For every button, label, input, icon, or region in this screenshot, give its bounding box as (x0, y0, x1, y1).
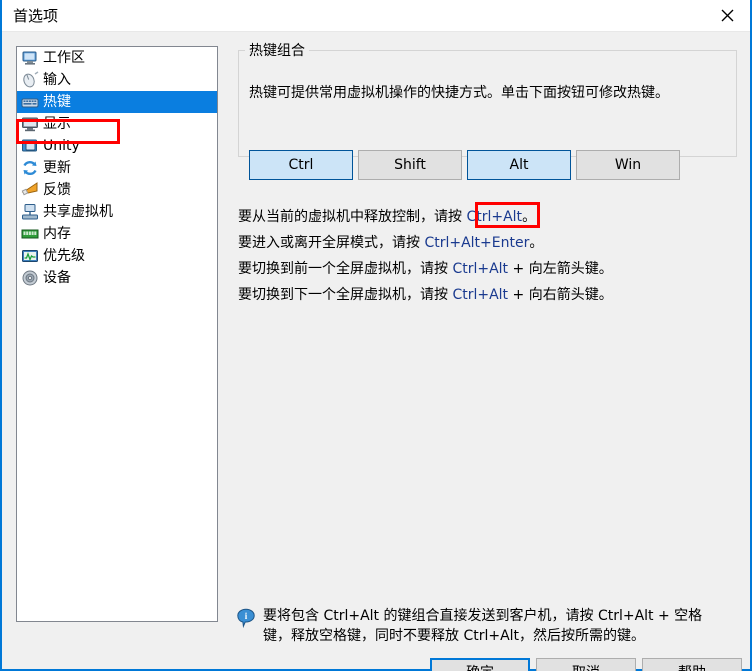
shared-vm-icon (21, 203, 39, 221)
mouse-icon (21, 71, 39, 89)
sidebar-item-feedback[interactable]: 反馈 (17, 179, 217, 201)
sidebar-item-hotkeys[interactable]: 热键 (17, 91, 217, 113)
group-description: 热键可提供常用虚拟机操作的快捷方式。单击下面按钮可修改热键。 (249, 85, 669, 101)
sidebar-item-label: 内存 (43, 226, 71, 242)
cancel-button[interactable]: 取消 (536, 658, 636, 671)
keyboard-icon (21, 93, 39, 111)
dialog-button-row[interactable]: 确定 取消 帮助 (430, 658, 748, 671)
close-icon (721, 9, 734, 22)
line-suffix: + 向左箭头键。 (508, 261, 613, 277)
megaphone-icon (21, 181, 39, 199)
modifier-button-win[interactable]: Win (576, 150, 680, 180)
sidebar-item-label: 输入 (43, 72, 71, 88)
line-prefix: 要从当前的虚拟机中释放控制，请按 (238, 209, 467, 225)
groupbox-title: 热键组合 (245, 43, 309, 59)
line-keys: Ctrl+Alt (452, 287, 509, 303)
close-button[interactable] (704, 0, 750, 31)
line-suffix: 。 (522, 209, 537, 225)
hotkey-description-line: 要进入或离开全屏模式，请按 Ctrl+Alt+Enter。 (238, 230, 738, 256)
settings-category-list[interactable]: 工作区 输入 热键 显示 Unity 更新 反馈 共享虚拟机 内存 优先级 设备 (16, 46, 218, 622)
line-keys: Ctrl+Alt+Enter (424, 235, 530, 251)
sidebar-item-devices[interactable]: 设备 (17, 267, 217, 289)
disc-icon (21, 269, 39, 287)
sidebar-item-label: 优先级 (43, 248, 85, 264)
sidebar-item-updates[interactable]: 更新 (17, 157, 217, 179)
hotkey-description-line: 要切换到下一个全屏虚拟机，请按 Ctrl+Alt + 向右箭头键。 (238, 282, 738, 308)
dialog-body: 工作区 输入 热键 显示 Unity 更新 反馈 共享虚拟机 内存 优先级 设备… (2, 32, 750, 671)
line-keys: Ctrl+Alt (466, 209, 523, 225)
sidebar-item-label: 显示 (43, 116, 71, 132)
line-prefix: 要切换到下一个全屏虚拟机，请按 (238, 287, 453, 303)
help-button[interactable]: 帮助 (642, 658, 742, 671)
line-prefix: 要切换到前一个全屏虚拟机，请按 (238, 261, 453, 277)
hotkey-combination-groupbox (238, 50, 737, 157)
line-prefix: 要进入或离开全屏模式，请按 (238, 235, 425, 251)
preferences-dialog: 首选项 工作区 输入 热键 显示 Unity 更新 反馈 共享虚拟机 内存 优先… (0, 0, 752, 671)
refresh-icon (21, 159, 39, 177)
info-note-text: 要将包含 Ctrl+Alt 的键组合直接发送到客户机，请按 Ctrl+Alt +… (263, 608, 703, 644)
sidebar-item-label: 反馈 (43, 182, 71, 198)
sidebar-item-label: 共享虚拟机 (43, 204, 113, 220)
title-bar: 首选项 (2, 0, 750, 32)
sidebar-item-label: 设备 (43, 270, 71, 286)
info-bubble-icon: i (236, 608, 256, 628)
sidebar-item-shared-vms[interactable]: 共享虚拟机 (17, 201, 217, 223)
sidebar-item-priority[interactable]: 优先级 (17, 245, 217, 267)
line-suffix: 。 (529, 235, 544, 251)
sidebar-item-input[interactable]: 输入 (17, 69, 217, 91)
sidebar-item-label: 更新 (43, 160, 71, 176)
sidebar-item-label: Unity (43, 138, 80, 154)
modifier-button-shift[interactable]: Shift (358, 150, 462, 180)
hotkey-description-line: 要从当前的虚拟机中释放控制，请按 Ctrl+Alt。 (238, 204, 738, 230)
sidebar-item-label: 热键 (43, 94, 71, 110)
modifier-button-ctrl[interactable]: Ctrl (249, 150, 353, 180)
unity-window-icon (21, 137, 39, 155)
info-note: i 要将包含 Ctrl+Alt 的键组合直接发送到客户机，请按 Ctrl+Alt… (236, 606, 736, 646)
sidebar-item-memory[interactable]: 内存 (17, 223, 217, 245)
sidebar-item-label: 工作区 (43, 50, 85, 66)
monitor-icon (21, 49, 39, 67)
hotkey-description-list: 要从当前的虚拟机中释放控制，请按 Ctrl+Alt。 要进入或离开全屏模式，请按… (238, 204, 738, 308)
modifier-button-alt[interactable]: Alt (467, 150, 571, 180)
modifier-button-row[interactable]: Ctrl Shift Alt Win (249, 150, 684, 180)
page-title: 首选项 (13, 7, 59, 25)
line-keys: Ctrl+Alt (452, 261, 509, 277)
sidebar-item-unity[interactable]: Unity (17, 135, 217, 157)
line-suffix: + 向右箭头键。 (508, 287, 613, 303)
display-icon (21, 115, 39, 133)
sidebar-item-display[interactable]: 显示 (17, 113, 217, 135)
hotkey-description-line: 要切换到前一个全屏虚拟机，请按 Ctrl+Alt + 向左箭头键。 (238, 256, 738, 282)
ok-button[interactable]: 确定 (430, 658, 530, 671)
sidebar-item-workspace[interactable]: 工作区 (17, 47, 217, 69)
priority-icon (21, 247, 39, 265)
memory-icon (21, 225, 39, 243)
